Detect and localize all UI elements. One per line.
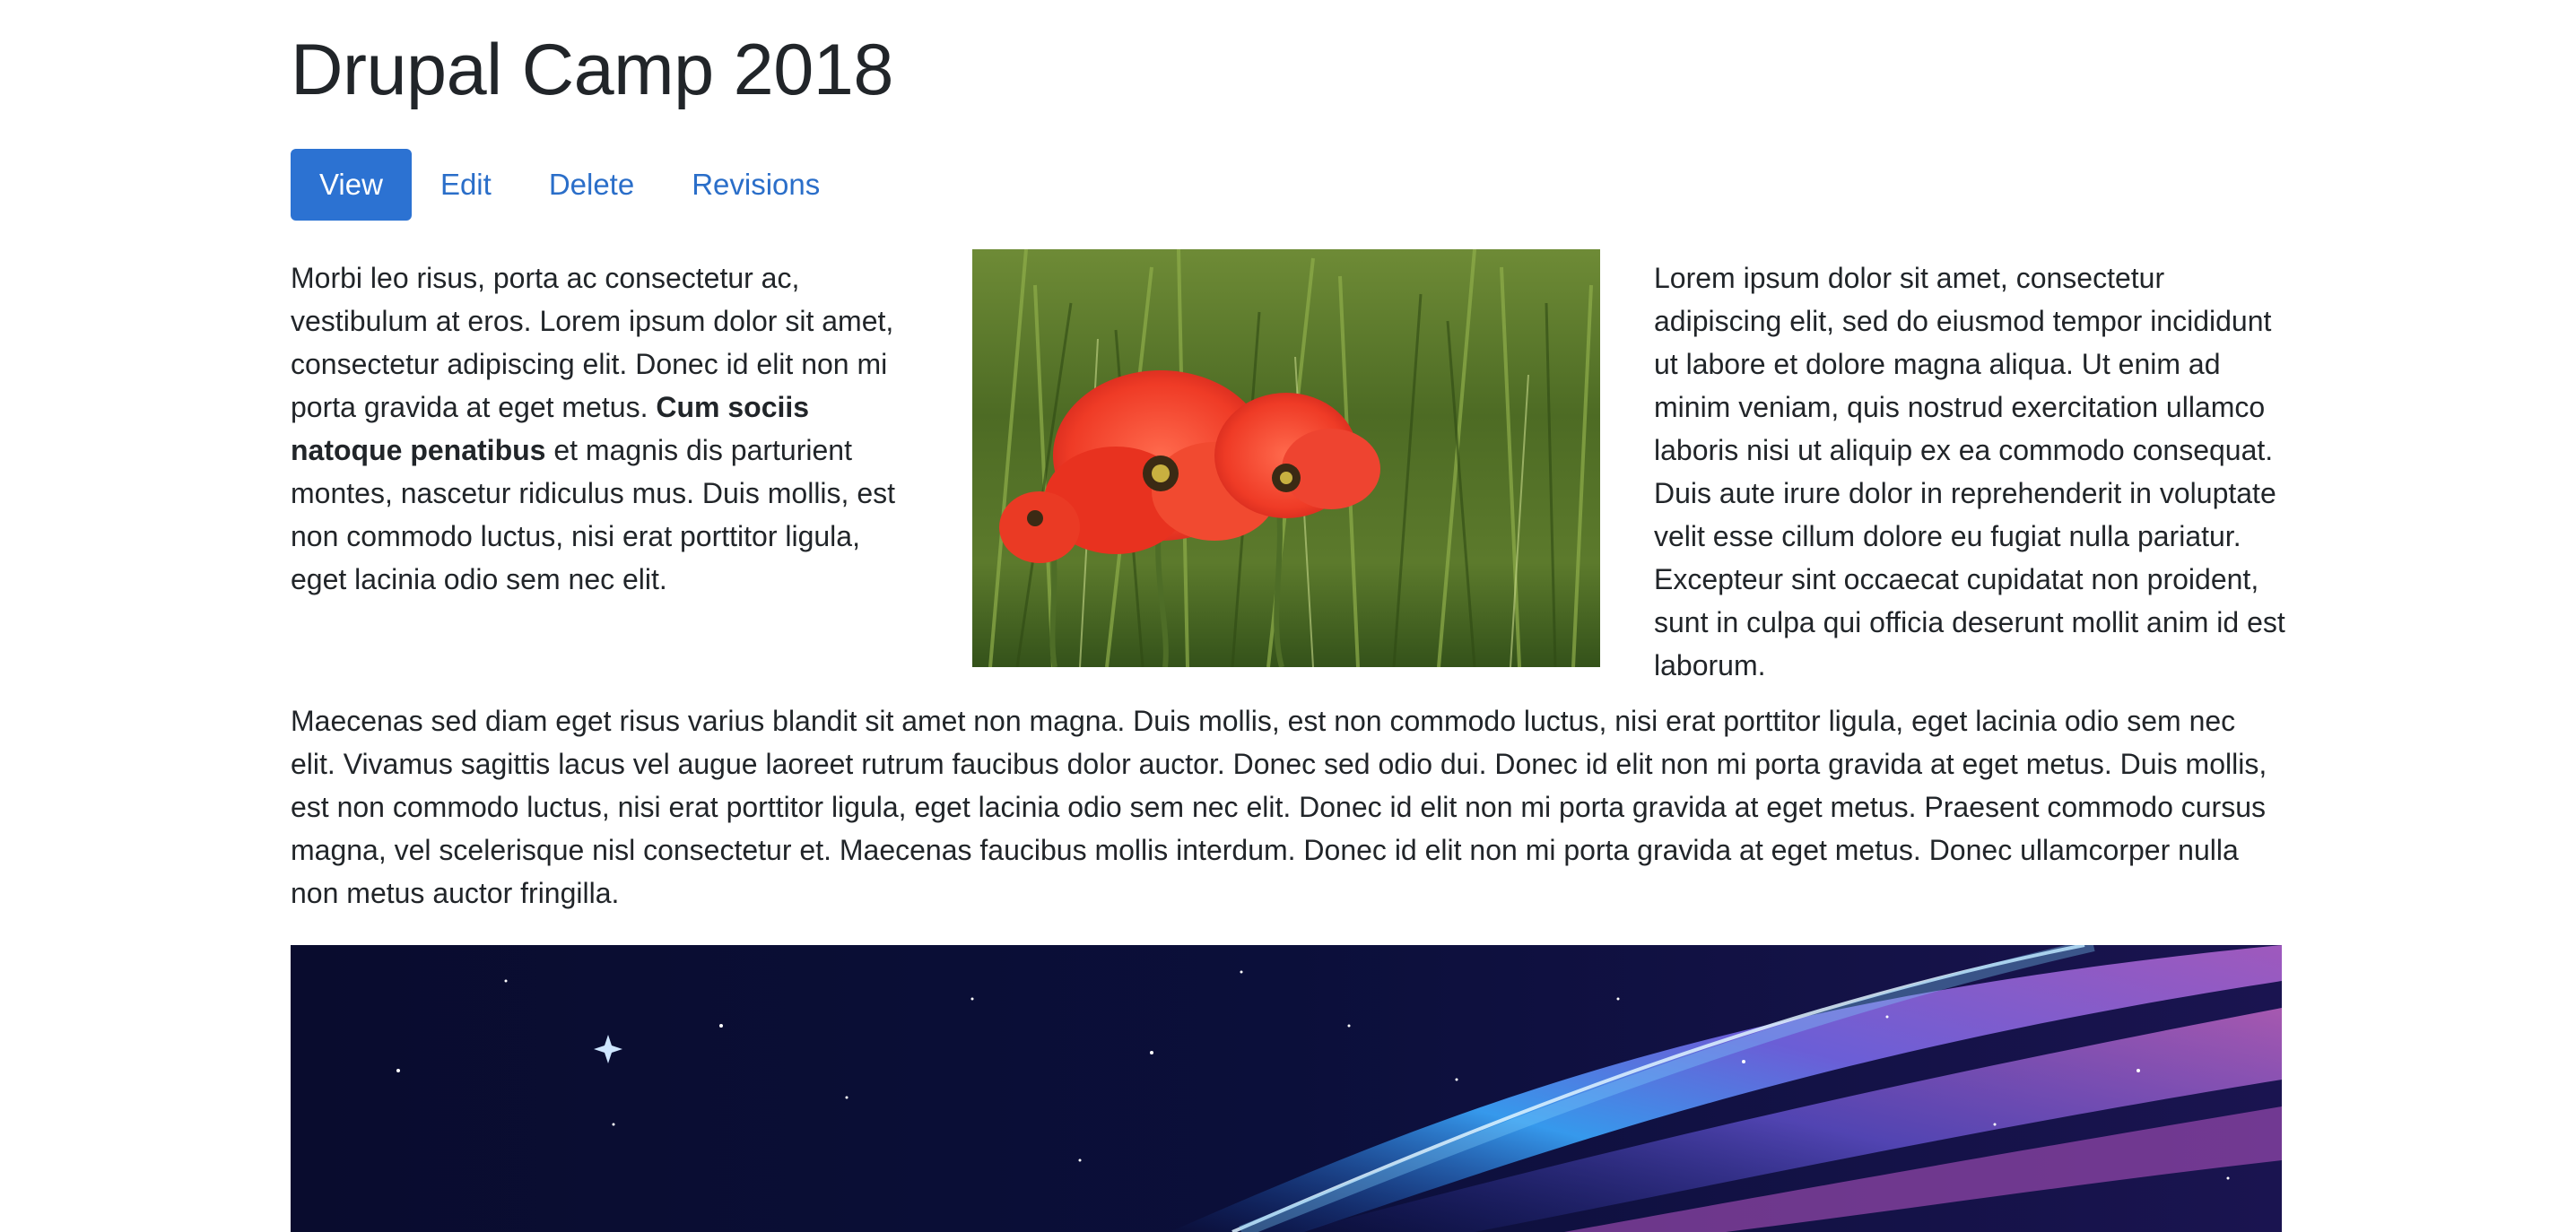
tab-delete[interactable]: Delete [520,149,663,221]
left-paragraph: Morbi leo risus, porta ac consectetur ac… [291,256,923,601]
page-title: Drupal Camp 2018 [291,30,893,110]
left-column-text: Morbi leo risus, porta ac consectetur ac… [291,249,923,601]
body-paragraph-block: Maecenas sed diam eget risus varius blan… [291,699,2282,915]
poppy-photo [972,249,1600,667]
right-paragraph: Lorem ipsum dolor sit amet, consectetur … [1654,262,2285,681]
page-container: Drupal Camp 2018 View Edit Delete Revisi… [291,0,2285,1232]
content-row: Morbi leo risus, porta ac consectetur ac… [291,249,2285,681]
local-tasks-tabs: View Edit Delete Revisions [291,149,2282,221]
tab-view[interactable]: View [291,149,412,221]
tab-edit[interactable]: Edit [412,149,520,221]
right-column-text: Lorem ipsum dolor sit amet, consectetur … [1654,249,2286,687]
tab-revisions[interactable]: Revisions [663,149,849,221]
space-aurora-photo [291,945,2282,1232]
body-paragraph: Maecenas sed diam eget risus varius blan… [291,705,2267,909]
